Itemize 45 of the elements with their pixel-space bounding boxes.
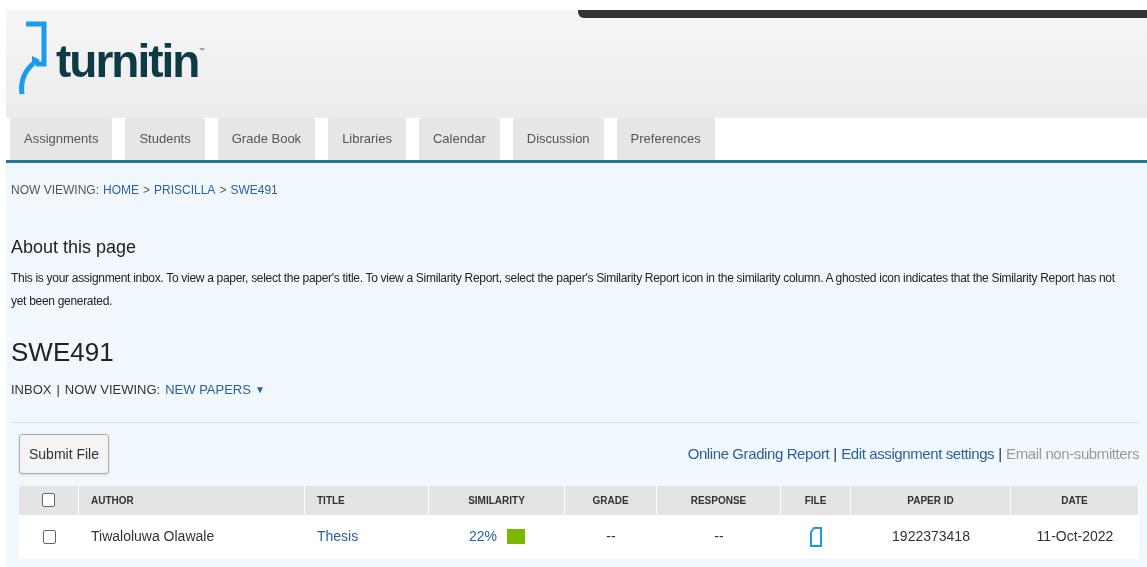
- column-header: TITLE: [317, 493, 345, 508]
- nav-tab[interactable]: Discussion: [512, 118, 604, 160]
- breadcrumb-link[interactable]: SWE491: [230, 181, 278, 199]
- grade-cell-text: --: [606, 527, 616, 546]
- about-title: About this page: [11, 236, 138, 259]
- nav-tab[interactable]: Preferences: [616, 118, 715, 160]
- breadcrumb-separator: >: [219, 182, 227, 199]
- nav-tab[interactable]: Grade Book: [217, 118, 316, 160]
- breadcrumb-link[interactable]: PRISCILLA: [154, 181, 216, 199]
- response-cell-text: --: [714, 527, 724, 546]
- toolbar-link[interactable]: Edit assignment settings: [841, 442, 995, 466]
- paper-id-cell-text: 1922373418: [892, 527, 970, 546]
- breadcrumb-prefix: NOW VIEWING:: [11, 182, 99, 199]
- column-header: SIMILARITY: [468, 493, 525, 508]
- breadcrumb-separator: >: [143, 182, 150, 199]
- breadcrumb-link[interactable]: HOME: [103, 181, 139, 199]
- nav-tab[interactable]: Assignments: [10, 118, 113, 160]
- toolbar-link[interactable]: Online Grading Report: [687, 442, 830, 466]
- link-separator: |: [833, 443, 838, 464]
- file-icon[interactable]: [810, 526, 822, 547]
- column-header: PAPER ID: [907, 493, 954, 508]
- column-header: DATE: [1061, 493, 1088, 508]
- inbox-separator: |: [56, 381, 60, 399]
- nav-tab[interactable]: Libraries: [328, 118, 406, 160]
- about-text: This is your assignment inbox. To view a paper, select the paper's title. To view a Similarity Report, select the paper's Similarity Report icon in the similarity column. A ghosted icon indicates that the Similarity Report has not yet been generated.: [11, 270, 1116, 310]
- paper-title-link[interactable]: Thesis: [317, 528, 359, 544]
- submit-file-button[interactable]: Submit File: [19, 434, 110, 474]
- column-header: GRADE: [592, 493, 629, 508]
- caret-icon: ▼: [254, 382, 265, 398]
- author-cell: Tiwaloluwa Olawale: [91, 528, 215, 544]
- nav-tab[interactable]: Calendar: [419, 118, 500, 160]
- paper-filter-dropdown[interactable]: NEW PAPERS ▼: [165, 380, 265, 400]
- column-header: AUTHOR: [91, 493, 134, 508]
- inbox-label: INBOX: [11, 381, 52, 399]
- similarity-link[interactable]: 22%: [469, 526, 497, 547]
- nav-tab[interactable]: Students: [125, 118, 205, 160]
- link-separator: |: [998, 443, 1003, 464]
- row-checkbox[interactable]: [42, 493, 55, 507]
- date-cell-text: 11-Oct-2022: [1036, 527, 1114, 546]
- logo-wordmark: turnitin: [56, 38, 199, 84]
- column-header: RESPONSE: [690, 493, 747, 508]
- viewing-label: NOW VIEWING:: [64, 381, 161, 399]
- row-checkbox[interactable]: [42, 529, 56, 544]
- class-title: SWE491: [11, 336, 115, 369]
- column-header: FILE: [804, 493, 827, 508]
